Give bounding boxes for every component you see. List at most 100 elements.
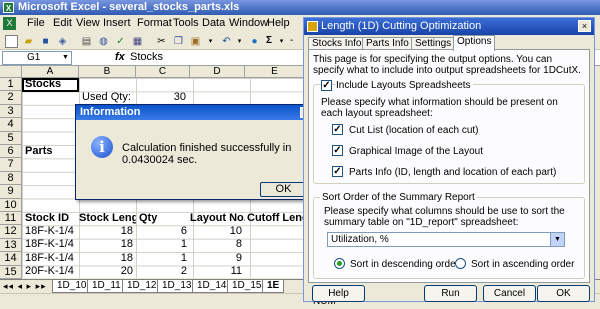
formula-input[interactable]: Stocks — [130, 51, 163, 63]
run-button[interactable]: Run — [424, 285, 477, 302]
cell-qty[interactable]: 2 — [136, 265, 187, 278]
cut-list-checkbox[interactable]: ✓ — [332, 124, 343, 135]
row-header[interactable]: 3 — [0, 104, 22, 119]
spelling-icon[interactable]: ✓ — [114, 35, 127, 48]
row-header[interactable]: 12 — [0, 225, 22, 239]
cell-stock-length[interactable]: 20 — [79, 265, 133, 278]
menu-help[interactable]: Help — [267, 17, 290, 29]
paste-dropdown-icon[interactable]: ▾ — [204, 35, 217, 48]
select-all-corner[interactable] — [0, 66, 22, 78]
new-icon[interactable] — [5, 35, 18, 48]
autosum-dropdown-icon[interactable]: ▾ — [275, 35, 288, 48]
include-layouts-checkbox[interactable]: ✓ — [321, 80, 332, 91]
sheet-tab[interactable]: 1D_11 — [87, 280, 126, 293]
sort-ascending-radio[interactable] — [455, 258, 466, 269]
cell-a6[interactable]: Parts — [25, 145, 53, 158]
cell-c2[interactable]: 30 — [136, 91, 186, 104]
cell-layout-no[interactable]: 9 — [190, 252, 242, 265]
print-icon[interactable]: ▤ — [80, 35, 93, 48]
column-header-e[interactable]: E — [245, 66, 305, 78]
column-header-c[interactable]: C — [136, 66, 190, 78]
row-header[interactable]: 7 — [0, 158, 22, 172]
cell-stock-id[interactable]: 18F-K-1/4 — [25, 252, 74, 265]
close-icon[interactable]: × — [578, 20, 591, 32]
cell-stock-length[interactable]: 18 — [79, 238, 133, 251]
sort-column-select[interactable]: Utilization, % ▼ — [327, 232, 565, 247]
cell-stock-id[interactable]: 18F-K-1/4 — [25, 238, 74, 251]
cell-qty[interactable]: 6 — [136, 225, 187, 238]
menu-data[interactable]: Data — [202, 17, 225, 29]
graphical-image-checkbox[interactable]: ✓ — [332, 145, 343, 156]
cancel-button[interactable]: Cancel — [483, 285, 536, 302]
row-header[interactable]: 1 — [0, 78, 22, 92]
menu-tools[interactable]: Tools — [173, 17, 199, 29]
ok-button[interactable]: OK — [537, 285, 590, 302]
open-icon[interactable]: ▰ — [22, 35, 35, 48]
sheet-nav-arrows[interactable]: ◂◂ ◂ ▸ ▸▸ — [3, 281, 47, 292]
column-header-d[interactable]: D — [190, 66, 245, 78]
row-header[interactable]: 9 — [0, 185, 22, 199]
workbook-icon[interactable]: X — [3, 17, 16, 30]
cell-d11[interactable]: Layout No. — [190, 212, 245, 225]
row-header[interactable]: 6 — [0, 145, 22, 159]
copy-icon[interactable]: ❐ — [172, 35, 185, 48]
row-header[interactable]: 10 — [0, 198, 22, 212]
column-header-b[interactable]: B — [79, 66, 136, 78]
cell-stock-id[interactable]: 18F-K-1/4 — [25, 225, 74, 238]
research-icon[interactable]: ▦ — [131, 35, 144, 48]
sheet-tab[interactable]: 1D_15 — [227, 280, 267, 293]
cell-stock-length[interactable]: 18 — [79, 225, 133, 238]
row-header[interactable]: 8 — [0, 171, 22, 186]
menu-format[interactable]: Format — [137, 17, 172, 29]
cell-qty[interactable]: 1 — [136, 252, 187, 265]
cell-a11[interactable]: Stock ID — [25, 212, 69, 225]
cell-stock-id[interactable]: 20F-K-1/4 — [25, 265, 74, 278]
menu-insert[interactable]: Insert — [103, 17, 131, 29]
undo-icon[interactable]: ↶ — [220, 35, 233, 48]
cell-b2[interactable]: Used Qty: — [82, 91, 131, 104]
tab-options[interactable]: Options — [453, 35, 496, 51]
row-header[interactable]: 14 — [0, 252, 22, 266]
sheet-tab[interactable]: 1D_14 — [192, 280, 232, 293]
fx-icon[interactable]: fx — [115, 51, 125, 63]
help-button[interactable]: Help — [312, 285, 365, 302]
row-header[interactable]: 2 — [0, 91, 22, 105]
save-icon[interactable]: ■ — [39, 35, 52, 48]
cell-c11[interactable]: Qty — [139, 212, 157, 225]
cell-stock-length[interactable]: 18 — [79, 252, 133, 265]
cell-qty[interactable]: 1 — [136, 238, 187, 251]
cell-e11[interactable]: Cutoff Length — [247, 212, 305, 225]
permission-icon[interactable]: ◈ — [56, 35, 69, 48]
row-header[interactable]: 11 — [0, 212, 22, 226]
name-box-dropdown-icon[interactable]: ▼ — [62, 54, 69, 61]
menu-file[interactable]: File — [27, 17, 45, 29]
cell-a1[interactable]: Stocks — [25, 78, 61, 91]
column-header-a[interactable]: A — [22, 66, 79, 78]
sheet-tab[interactable]: 1D_12 — [122, 280, 162, 293]
row-header[interactable]: 4 — [0, 118, 22, 132]
hyperlink-icon[interactable]: ● — [248, 35, 261, 48]
cell-layout-no[interactable]: 11 — [190, 265, 242, 278]
cut-icon[interactable]: ✂ — [155, 35, 168, 48]
paste-icon[interactable]: ▣ — [189, 35, 202, 48]
autosum-icon[interactable]: Σ — [266, 35, 272, 46]
parts-info-checkbox[interactable]: ✓ — [332, 166, 343, 177]
sheet-tab[interactable]: 1D_10 — [52, 280, 92, 293]
row-header[interactable]: 5 — [0, 131, 22, 145]
cell-layout-no[interactable]: 10 — [190, 225, 242, 238]
menu-view[interactable]: View — [76, 17, 100, 29]
sheet-tab[interactable]: 1D_13 — [157, 280, 197, 293]
chevron-down-icon[interactable]: ▼ — [550, 233, 564, 246]
cell-b11[interactable]: Stock Length — [79, 212, 136, 225]
ok-button[interactable]: OK — [260, 182, 307, 197]
row-header[interactable]: 13 — [0, 238, 22, 253]
row-header[interactable]: 15 — [0, 265, 22, 279]
sort-descending-radio[interactable] — [334, 258, 345, 269]
menu-window[interactable]: Window — [229, 17, 268, 29]
sheet-tab-active[interactable]: 1E — [262, 280, 285, 293]
sort-ascending-label: Sort in ascending order — [471, 259, 575, 270]
menu-edit[interactable]: Edit — [53, 17, 72, 29]
cell-layout-no[interactable]: 8 — [190, 238, 242, 251]
print-preview-icon[interactable]: ◍ — [97, 35, 110, 48]
undo-dropdown-icon[interactable]: ▾ — [233, 35, 246, 48]
